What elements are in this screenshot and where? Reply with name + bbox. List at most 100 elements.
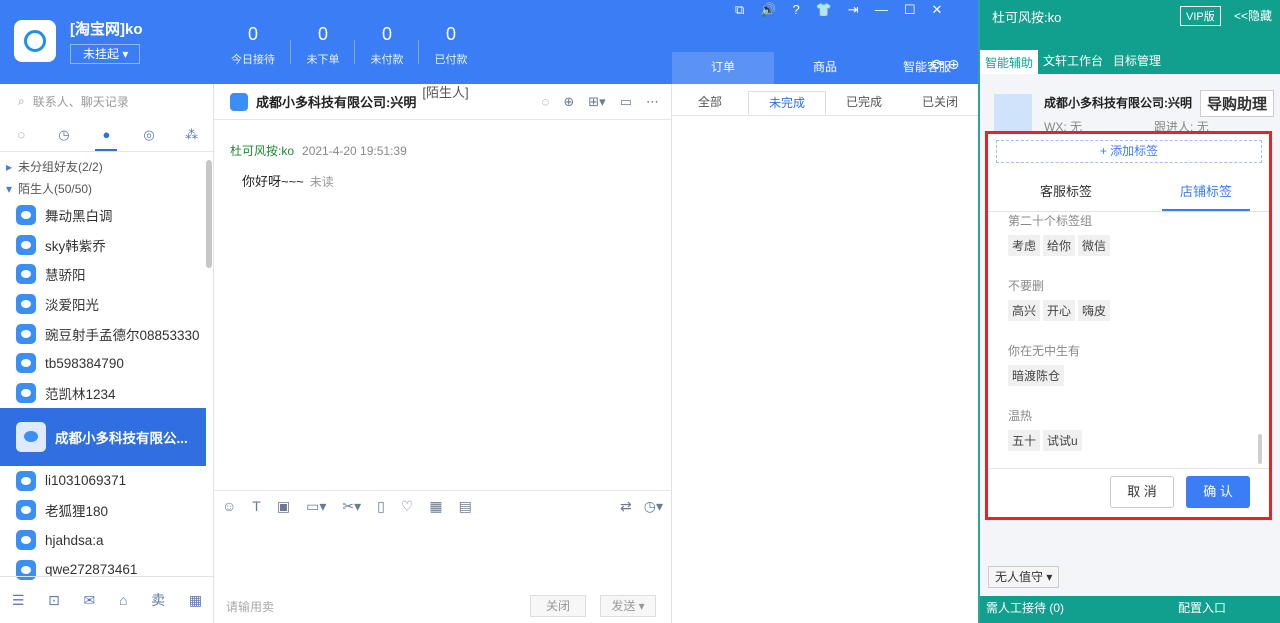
scissors-icon[interactable]: ✂▾ <box>342 498 361 515</box>
list-item[interactable]: li1031069371 <box>0 466 206 496</box>
stat-today[interactable]: 0 今日接待 <box>220 24 286 67</box>
mail-icon[interactable]: ✉ <box>84 592 96 609</box>
list-item[interactable]: 淡爱阳光 <box>0 289 206 319</box>
pin-icon[interactable]: ⇥ <box>848 2 859 20</box>
tag[interactable]: 高兴 <box>1008 300 1041 321</box>
history-icon[interactable]: ◷▾ <box>644 498 663 515</box>
tag[interactable]: 试试u <box>1043 430 1082 451</box>
list-item[interactable]: 范凯林1234 <box>0 378 206 408</box>
list-item[interactable]: 豌豆射手孟德尔08853330 <box>0 319 206 349</box>
minimize-icon[interactable]: — <box>875 2 888 20</box>
group-ungrouped[interactable]: 未分组好友(2/2) <box>0 156 213 178</box>
maximize-icon[interactable]: ☐ <box>904 2 916 20</box>
close-icon[interactable]: ✕ <box>931 2 942 20</box>
help-icon[interactable]: ? <box>792 2 799 20</box>
folder-icon[interactable]: ▭▾ <box>306 498 326 515</box>
tag-group: 第二十个标签组 考虑 给你 微信 <box>1008 212 1258 256</box>
tab-shop-tags[interactable]: 店铺标签 <box>1162 180 1250 211</box>
contact-scrollbar[interactable] <box>206 160 212 268</box>
avatar <box>16 421 46 452</box>
stat-paid[interactable]: 0 已付款 <box>418 24 484 67</box>
add-tag-button[interactable]: + 添加标签 <box>996 140 1262 163</box>
config-entry[interactable]: 配置入口 <box>1178 596 1226 621</box>
vip-badge[interactable]: VIP版 <box>1180 6 1221 26</box>
tag-scrollbar[interactable] <box>1258 434 1262 464</box>
list-item[interactable]: 慧骄阳 <box>0 259 206 289</box>
avatar <box>16 234 36 255</box>
tab-closed[interactable]: 已关闭 <box>902 91 978 115</box>
tag[interactable]: 暗渡陈仓 <box>1008 365 1065 386</box>
send-button[interactable]: 发送 ▾ <box>600 595 656 617</box>
refresh-icon[interactable]: ⟳ <box>932 56 944 73</box>
tag[interactable]: 给你 <box>1043 235 1076 256</box>
emoji-icon[interactable]: ☺ <box>222 498 236 515</box>
coupon-icon[interactable]: ▤ <box>459 498 472 515</box>
stat-unpaid[interactable]: 0 未付款 <box>354 24 420 67</box>
tag[interactable]: 开心 <box>1043 300 1076 321</box>
status-dropdown[interactable]: 未挂起 ▾ <box>70 44 140 64</box>
confirm-button[interactable]: 确 认 <box>1186 476 1250 508</box>
cancel-button[interactable]: 取 消 <box>1110 476 1174 508</box>
panel-icon[interactable]: ▦ <box>189 592 202 609</box>
sell-icon[interactable]: 卖 <box>151 590 165 610</box>
clock-icon[interactable]: ◷ <box>55 127 73 143</box>
tab-smart-assist[interactable]: 智能辅助 <box>980 48 1039 74</box>
calculator-icon[interactable]: ▦ <box>429 498 442 515</box>
tab-service-tags[interactable]: 客服标签 <box>1022 180 1110 211</box>
list-item[interactable]: hjahdsa:a <box>0 525 206 555</box>
add-contact-icon[interactable]: ⊕ <box>563 94 574 110</box>
close-button[interactable]: 关闭 <box>530 595 586 617</box>
stat-unordered[interactable]: 0 未下单 <box>290 24 356 67</box>
tab-incomplete[interactable]: 未完成 <box>748 91 826 115</box>
tab-goals[interactable]: 目标管理 <box>1108 48 1166 74</box>
list-item[interactable]: 老狐狸180 <box>0 496 206 526</box>
list-item[interactable]: sky韩紫乔 <box>0 230 206 260</box>
shop-icon[interactable]: ⌂ <box>119 592 127 608</box>
hide-button[interactable]: <<隐藏 <box>1234 7 1272 24</box>
tab-orders[interactable]: 订单 <box>672 52 774 84</box>
mobile-icon <box>230 92 248 111</box>
tag[interactable]: 考虑 <box>1008 235 1041 256</box>
chat-tag: [陌生人] <box>422 84 469 100</box>
tab-workbench[interactable]: 文轩工作台 <box>1038 48 1108 74</box>
chat-icon[interactable]: ◌ <box>12 127 30 142</box>
tag[interactable]: 嗨皮 <box>1078 300 1111 321</box>
tab-all[interactable]: 全部 <box>672 91 748 115</box>
search-icon: ⌕ <box>18 93 25 108</box>
vibrate-icon[interactable]: ▯ <box>377 498 385 515</box>
manual-reception[interactable]: 需人工接待 (0) <box>986 601 1064 615</box>
transfer-icon[interactable]: ⇄ <box>620 498 632 515</box>
image-icon[interactable]: ▣ <box>277 498 290 515</box>
font-icon[interactable]: T <box>252 498 261 515</box>
video-icon[interactable]: ▭ <box>620 94 632 110</box>
tab-complete[interactable]: 已完成 <box>826 91 902 115</box>
list-item-selected[interactable]: 成都小多科技有限公... <box>0 407 206 466</box>
add-icon[interactable]: ⊕ <box>948 56 960 73</box>
person-icon[interactable]: ● <box>97 127 115 142</box>
heart-icon[interactable]: ♡ <box>401 498 414 515</box>
tab-goods[interactable]: 商品 <box>774 52 876 84</box>
search-bar[interactable]: ⌕ 联系人、聊天记录 <box>0 84 213 118</box>
tab-smart-service[interactable]: 智能客服 <box>876 52 978 84</box>
skin-icon[interactable]: 👕 <box>816 2 832 20</box>
avatar <box>16 530 36 551</box>
tag[interactable]: 微信 <box>1078 235 1111 256</box>
group-icon[interactable]: ◎ <box>140 127 158 143</box>
menu-icon[interactable]: ☰ <box>12 592 25 609</box>
tag[interactable]: 五十 <box>1008 430 1041 451</box>
copy-icon[interactable]: ⧉ <box>735 2 744 20</box>
list-item[interactable]: 舞动黑白调 <box>0 200 206 230</box>
volume-icon[interactable]: 🔊 <box>760 2 776 20</box>
list-item[interactable]: tb598384790 <box>0 348 206 378</box>
bubble-icon[interactable]: ◌ <box>542 94 550 110</box>
invite-icon[interactable]: ⊞▾ <box>588 94 605 110</box>
more-icon[interactable]: ⋯ <box>646 94 659 110</box>
shop-guide-button[interactable]: 导购助理 <box>1200 90 1274 117</box>
group-strangers[interactable]: 陌生人(50/50) <box>0 178 213 200</box>
tag-dialog: + 添加标签 客服标签 店铺标签 第二十个标签组 考虑 给你 微信 不要删 高兴 开心 嗨皮… <box>985 131 1272 520</box>
unmanned-dropdown[interactable]: 无人值守 ▾ <box>988 566 1060 588</box>
task-icon[interactable]: ⊡ <box>48 592 60 609</box>
search-input[interactable]: 联系人、聊天记录 <box>33 93 129 110</box>
quick-phrase[interactable]: 请输用卖 <box>226 598 274 615</box>
org-icon[interactable]: ⁂ <box>183 127 201 143</box>
